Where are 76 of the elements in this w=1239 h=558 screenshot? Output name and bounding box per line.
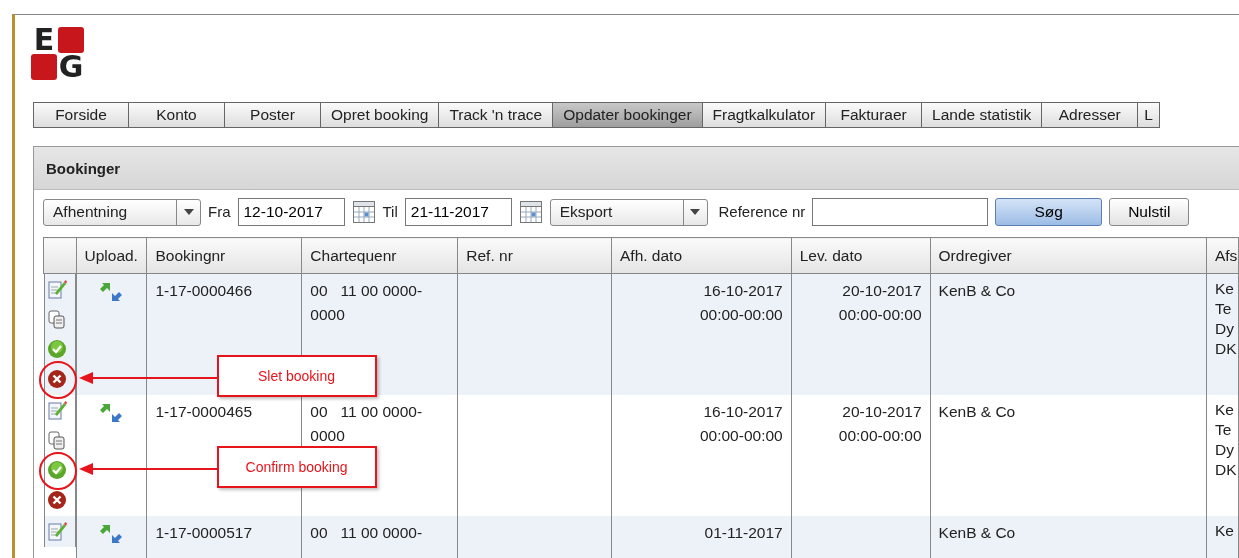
sender-text: Dy [1214,440,1235,460]
column-header: Bookingnr [147,237,302,274]
sender-text: DK [1214,460,1238,480]
charter-number: 00 11 00 0000- [310,523,424,543]
nav-tab[interactable]: Fragtkalkulator [702,102,827,128]
sender-text: Ke [1214,521,1235,541]
orderer-name: KenB & Co [938,402,1017,422]
orderer-name: KenB & Co [938,281,1017,301]
logo: E G [31,27,84,80]
nav-tab[interactable]: Track 'n trace [439,102,554,128]
charter-number: 00 11 00 0000-0000 [310,402,424,446]
check-icon[interactable] [46,338,67,360]
sender-text: Dy [1214,319,1235,339]
pickup-date: 01-11-2017 [703,523,783,543]
copy-icon[interactable] [46,308,67,330]
to-date-field[interactable]: 21-11-2017 [404,198,512,226]
reference-field[interactable] [812,198,989,226]
nav-tab[interactable]: Lande statistik [922,102,1043,128]
booking-number: 1-17-0000465 [155,402,253,422]
nav-tab[interactable]: Forside [33,102,129,128]
delivery-date: 00:00-00:00 [837,426,922,446]
pickup-date: 00:00-00:00 [698,426,783,446]
sender-text: Te [1214,299,1233,319]
column-header: Lev. dato [791,237,931,274]
calendar-icon[interactable] [518,200,543,224]
reset-button[interactable]: Nulstil [1109,198,1190,226]
reference-label: Reference nr [718,201,806,222]
sender-text: Te [1214,420,1233,440]
nav-tab[interactable]: Poster [225,102,321,128]
edit-icon[interactable] [46,399,67,421]
from-date-field[interactable]: 12-10-2017 [237,198,345,226]
nav-tab[interactable]: Opdater bookinger [553,102,703,128]
arrows-icon[interactable] [98,280,125,303]
edit-icon[interactable] [46,278,67,300]
delivery-date: 00:00-00:00 [837,305,922,325]
column-header: Upload. [76,237,147,274]
direction-dropdown[interactable]: Eksport [549,198,708,226]
nav-tab[interactable]: L [1138,102,1160,128]
nav-tab[interactable]: Opret booking [321,102,440,128]
orderer-name: KenB & Co [938,523,1017,543]
delivery-date: 20-10-2017 [841,402,922,422]
caret-icon [183,209,194,215]
delete-icon[interactable] [46,489,67,511]
pickup-date: 00:00-00:00 [698,305,783,325]
nav-tab[interactable]: Adresser [1042,102,1139,128]
nav-tab[interactable]: Fakturaer [826,102,923,128]
check-icon[interactable] [46,459,67,481]
copy-icon[interactable] [46,429,67,451]
delete-icon[interactable] [46,368,67,390]
sender-text: DK [1214,339,1238,359]
sender-text: Ke [1214,279,1235,299]
pickup-date: 16-10-2017 [702,402,783,422]
edit-icon[interactable] [46,520,67,542]
callout-label: Slet booking [216,355,377,397]
charter-number: 00 11 00 0000-0000 [310,281,424,325]
arrows-icon[interactable] [98,522,125,545]
booking-number: 1-17-0000517 [155,523,253,543]
from-label: Fra [208,201,231,222]
column-header: Ordregiver [930,237,1207,274]
column-header: Afh. dato [611,237,792,274]
search-button[interactable]: Søg [995,198,1103,226]
nav-tab[interactable]: Konto [129,102,225,128]
panel-title: Bookinger [34,147,1239,190]
column-header: Ref. nr [457,237,612,274]
column-header: Chartequenr [301,237,458,274]
pickup-date: 16-10-2017 [702,281,783,301]
delivery-date: 20-10-2017 [841,281,922,301]
column-header: Afs [1206,237,1239,274]
caret-icon [690,209,701,215]
calendar-icon[interactable] [351,200,376,224]
date-type-dropdown[interactable]: Afhentning [43,198,201,226]
to-label: Til [382,201,398,222]
arrows-icon[interactable] [98,401,125,424]
booking-number: 1-17-0000466 [155,281,253,301]
callout-label: Confirm booking [216,446,377,488]
sender-text: Ke [1214,400,1235,420]
